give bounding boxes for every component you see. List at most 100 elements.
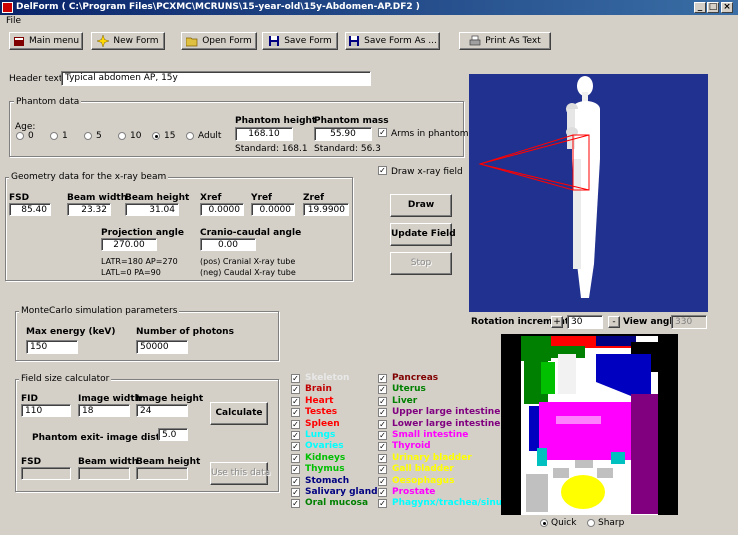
fid-input[interactable]: 110: [21, 404, 71, 417]
update-field-button[interactable]: Update Field: [390, 223, 456, 246]
organ-checkbox[interactable]: ✓: [291, 453, 300, 463]
organ-checkbox[interactable]: ✓: [291, 374, 300, 383]
printer-icon: [469, 35, 481, 47]
draw-xray-field-checkbox[interactable]: ✓: [378, 166, 387, 175]
organ-checkbox[interactable]: ✓: [291, 476, 300, 486]
organ-label: Stomach: [305, 475, 350, 486]
organ-checkbox[interactable]: ✓: [378, 419, 387, 429]
organ-checkbox[interactable]: ✓: [378, 465, 387, 475]
organ-checkbox[interactable]: ✓: [378, 374, 387, 383]
projection-angle-input[interactable]: 270.00: [101, 238, 157, 251]
draw-xray-field-label: Draw x-ray field: [391, 167, 463, 177]
angle-note-1: LATR=180 AP=270: [101, 257, 178, 266]
age-radio-5[interactable]: [84, 132, 92, 140]
organ-checkbox[interactable]: ✓: [291, 431, 300, 440]
draw-button[interactable]: Draw: [390, 194, 452, 217]
close-button[interactable]: ×: [721, 2, 733, 13]
projection-angle-label: Projection angle: [101, 228, 184, 238]
field-size-title: Field size calculator: [19, 374, 112, 384]
rotation-plus-button[interactable]: +: [551, 316, 563, 328]
image-height-input[interactable]: 24: [136, 404, 188, 417]
image-width-input[interactable]: 18: [78, 404, 130, 417]
organ-checkbox[interactable]: ✓: [378, 499, 387, 509]
organ-checkbox[interactable]: ✓: [291, 465, 300, 475]
open-form-button[interactable]: Open Form: [181, 32, 257, 50]
arms-in-phantom-checkbox[interactable]: ✓: [378, 128, 387, 137]
organ-checkbox[interactable]: ✓: [378, 488, 387, 497]
use-this-data-button[interactable]: Use this data: [210, 462, 270, 485]
organ-checkbox[interactable]: ✓: [291, 396, 300, 406]
header-text-input[interactable]: Typical abdomen AP, 15y: [61, 71, 371, 86]
fsd-input[interactable]: 85.40: [9, 203, 51, 216]
beam-width-input[interactable]: 23.32: [67, 203, 111, 216]
organ-checkbox[interactable]: ✓: [378, 408, 387, 418]
age-option-10: 10: [130, 131, 142, 141]
organ-label: Heart: [305, 395, 334, 406]
organ-checkbox[interactable]: ✓: [378, 431, 387, 440]
save-form-button[interactable]: Save Form: [262, 32, 338, 50]
organ-label: Kidneys: [305, 452, 346, 463]
cranio-caudal-input[interactable]: 0.00: [200, 238, 256, 251]
zref-input[interactable]: 19.9900: [303, 203, 349, 216]
main-menu-button[interactable]: Main menu: [9, 32, 83, 50]
organ-checkbox[interactable]: ✓: [378, 476, 387, 486]
exit-distance-input[interactable]: 5.0: [158, 428, 188, 441]
sharp-render-label: Sharp: [598, 518, 625, 528]
stop-button[interactable]: Stop: [390, 252, 452, 275]
save-form-as-button[interactable]: Save Form As ...: [345, 32, 440, 50]
calculate-button[interactable]: Calculate: [210, 402, 268, 425]
organ-checkbox[interactable]: ✓: [378, 453, 387, 463]
age-option-5: 5: [96, 131, 102, 141]
sharp-render-radio[interactable]: [587, 519, 595, 527]
organ-checkbox[interactable]: ✓: [378, 385, 387, 395]
menu-file[interactable]: File: [6, 16, 21, 26]
phantom-mass-input[interactable]: 55.90: [314, 127, 372, 141]
angle-note-2: LATL=0 PA=90: [101, 268, 161, 277]
age-radio-1[interactable]: [50, 132, 58, 140]
phantom-height-label: Phantom height: [235, 116, 317, 126]
organ-checkbox[interactable]: ✓: [378, 442, 387, 452]
organ-checkbox[interactable]: ✓: [291, 408, 300, 418]
yref-input[interactable]: 0.0000: [251, 203, 295, 216]
age-option-0: 0: [28, 131, 34, 141]
beam-height-input[interactable]: 31.04: [125, 203, 179, 216]
phantom-height-input[interactable]: 168.10: [235, 127, 293, 141]
maximize-button[interactable]: □: [707, 2, 719, 13]
organ-checkbox[interactable]: ✓: [291, 488, 300, 497]
organ-checkbox[interactable]: ✓: [378, 396, 387, 406]
rotation-minus-button[interactable]: -: [608, 316, 620, 328]
xref-input[interactable]: 0.0000: [200, 203, 244, 216]
organ-label: Salivary glands: [305, 487, 383, 497]
age-radio-10[interactable]: [118, 132, 126, 140]
geometry-title: Geometry data for the x-ray beam: [9, 172, 169, 182]
max-energy-input[interactable]: 150: [26, 340, 78, 354]
minimize-button[interactable]: _: [694, 2, 706, 13]
organ-checkbox[interactable]: ✓: [291, 442, 300, 452]
organ-checkbox[interactable]: ✓: [291, 499, 300, 509]
organ-label: Thyroid: [392, 441, 431, 452]
age-radio-0[interactable]: [16, 132, 24, 140]
organ-label: Thymus: [305, 464, 345, 475]
photons-input[interactable]: 50000: [136, 340, 188, 354]
organ-label: Liver: [392, 395, 418, 406]
photons-label: Number of photons: [136, 327, 234, 337]
floppy-icon: [348, 35, 360, 47]
organ-checkbox[interactable]: ✓: [291, 385, 300, 395]
organ-label: Pancreas: [392, 373, 439, 383]
print-as-text-button[interactable]: Print As Text: [459, 32, 551, 50]
new-form-button[interactable]: New Form: [91, 32, 165, 50]
age-radio-adult[interactable]: [186, 132, 194, 140]
organ-label: Phagynx/trachea/sinus: [392, 498, 508, 509]
beam-height-label: Beam height: [125, 193, 190, 203]
new-star-icon: [96, 34, 111, 48]
rotation-increment-input[interactable]: 30: [567, 315, 603, 329]
beam-width-label: Beam width: [67, 193, 128, 203]
phantom-slice-image: [501, 334, 678, 515]
organ-label: Lungs: [305, 430, 336, 440]
organ-label: Oral mucosa: [305, 498, 369, 509]
organ-label: Spleen: [305, 418, 340, 429]
quick-render-radio[interactable]: [540, 519, 548, 527]
organ-checkbox[interactable]: ✓: [291, 419, 300, 429]
age-radio-15[interactable]: [152, 132, 160, 140]
phantom-3d-view[interactable]: [469, 74, 708, 312]
